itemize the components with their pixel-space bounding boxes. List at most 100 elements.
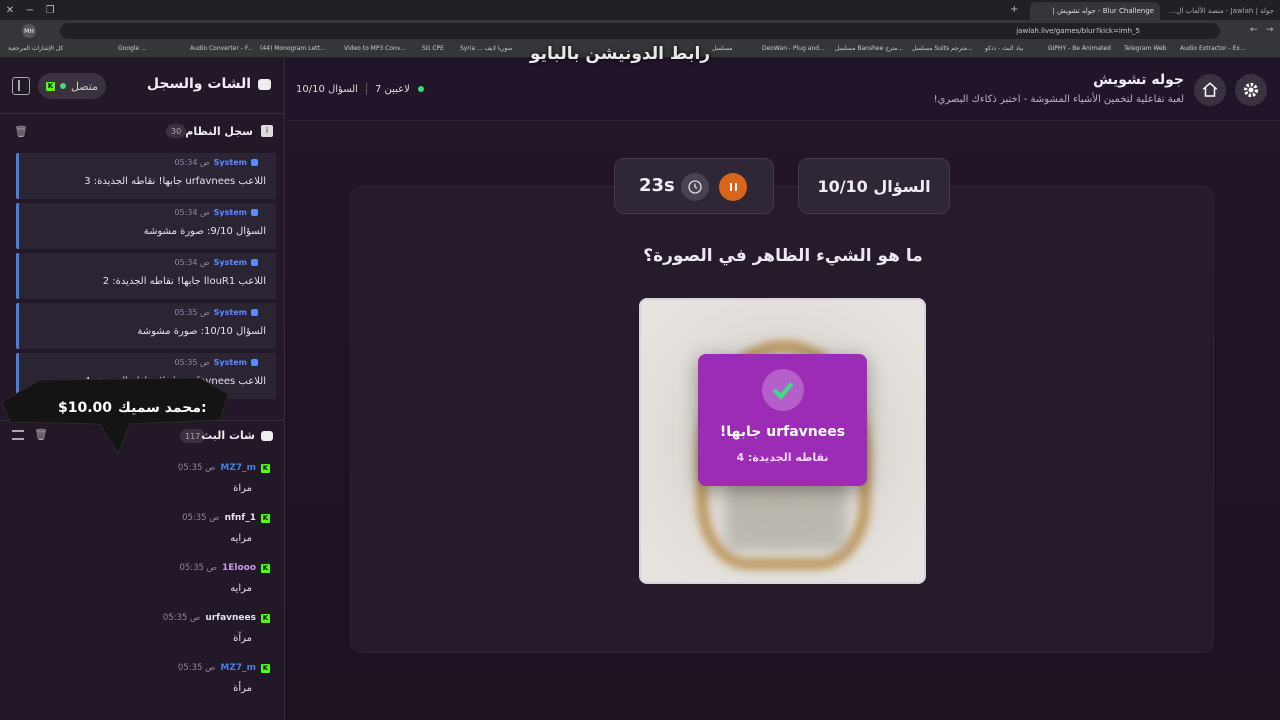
bookmark[interactable]: GIPHY - Be Animated [1048, 45, 1111, 52]
back-icon[interactable]: ← [1250, 25, 1258, 35]
bookmark-label: Google ... [118, 45, 147, 52]
browser-tab-active[interactable]: Blur Challenge - جوله تشويش | [1030, 2, 1160, 20]
online-dot-icon [417, 86, 424, 92]
chat-time: 05:35 ص [177, 463, 216, 473]
profile-avatar[interactable]: MH [22, 24, 36, 38]
bookmark[interactable]: مسلسل Suits مترجم... [912, 45, 973, 52]
log-entry: 05:34 ص System اللاعب urfavnees جابها! نق… [16, 153, 276, 199]
chat-text: مرايه [230, 583, 252, 594]
bookmark[interactable]: Google ... [118, 45, 147, 52]
bookmark[interactable]: (44) Monogram Lett... [260, 45, 326, 52]
question-counter-label: السؤال 10/10 [817, 176, 931, 196]
log-sender: System [213, 358, 247, 367]
settings-button[interactable] [1235, 74, 1267, 106]
log-message: السؤال 9/10: صورة مشوشة [143, 226, 266, 237]
header-question-progress: السؤال 10/10 [296, 83, 358, 95]
browser-tab[interactable]: جولة | Jawlah - منصة الألعاب ال... [1160, 2, 1280, 20]
game-main: السؤال 10/10 7 لاعبين جوله تشويش لعبة تف… [286, 58, 1280, 720]
chat-message: 05:35 ص nfnf_1 K مرايه [20, 513, 270, 557]
bookmark[interactable]: مسلسل [712, 45, 732, 52]
forward-icon[interactable]: → [1266, 25, 1274, 35]
chat-text: مرآة [233, 633, 252, 644]
popup-title: urfavnees جابها! [719, 424, 846, 440]
chat-username[interactable]: MZ7_m [220, 463, 256, 473]
bookmark[interactable]: مسلسل Banshee مترج... [835, 45, 903, 52]
close-window-icon[interactable]: ✕ [0, 0, 20, 20]
bookmark[interactable]: SG CPE [422, 45, 444, 52]
trash-icon[interactable]: 🗑 [14, 125, 28, 138]
chat-username[interactable]: nfnf_1 [225, 513, 256, 523]
system-log-count: 30 [166, 124, 187, 138]
chat-time: 05:35 ص [177, 663, 216, 673]
bookmark-label: Audio Converter - F... [190, 45, 254, 52]
kick-icon: K [261, 663, 270, 673]
bookmark-label: Telegram Web [1124, 45, 1167, 52]
bookmark[interactable]: DeoWan - Plug and... [762, 45, 825, 52]
chat-username[interactable]: 1Elooo [222, 563, 256, 573]
bookmark-label: Video to MP3 Conv... [344, 45, 406, 52]
bookmark[interactable]: Telegram Web [1124, 45, 1166, 52]
log-message: السؤال 10/10: صورة مشوشة [137, 326, 266, 337]
chat-bubble-icon [258, 79, 271, 90]
restore-window-icon[interactable]: ❐ [40, 0, 60, 20]
chat-username[interactable]: urfavnees [205, 613, 256, 623]
bookmark[interactable]: Video to MP3 Conv... [344, 45, 406, 52]
connection-status: K متصل [38, 73, 106, 99]
clock-icon [681, 173, 709, 201]
bookmark[interactable]: Audio Converter - F... [190, 45, 253, 52]
chat-time: 05:35 ص [179, 563, 217, 573]
timer-panel: 23s [614, 158, 774, 214]
url-text: jawlah.live/games/blur?kick=imh_5 [1016, 27, 1140, 35]
info-icon: i [261, 125, 273, 137]
gear-icon [1243, 82, 1259, 98]
shield-icon [251, 159, 258, 166]
timer-value: 23s [639, 175, 675, 196]
log-entry: 05:34 ص System اللاعب llouR1 جابها! نقاطه… [16, 253, 276, 299]
kick-icon: K [261, 613, 270, 623]
player-count: 7 لاعبين [374, 83, 410, 95]
bookmark-label: DeoWan - Plug and... [762, 45, 825, 52]
bookmark-label: GIPHY - Be Animated [1048, 45, 1111, 52]
chat-time: 05:35 ص [182, 513, 220, 523]
bookmark[interactable]: Audio Extractor - Ex... [1180, 45, 1246, 52]
chat-message: 05:35 ص 1Elooo K مرايه [20, 563, 270, 607]
bookmark-all[interactable]: كل الإشارات المرجعية [8, 45, 63, 52]
new-tab-icon[interactable]: + [1010, 4, 1018, 15]
home-button[interactable] [1194, 74, 1226, 106]
question-counter: السؤال 10/10 [798, 158, 950, 214]
shield-icon [251, 309, 258, 316]
bookmark-label: Audio Extractor - Ex... [1180, 45, 1246, 52]
question-text: ما هو الشيء الظاهر في الصورة؟ [643, 246, 923, 266]
game-header: السؤال 10/10 7 لاعبين جوله تشويش لعبة تف… [286, 58, 1280, 121]
popup-subtitle: نقاطه الجديدة: 4 [736, 451, 829, 464]
url-field[interactable]: jawlah.live/games/blur?kick=imh_5 [60, 23, 1220, 39]
minimize-window-icon[interactable]: − [20, 0, 40, 20]
tab-label: Blur Challenge - جوله تشويش | [1052, 7, 1154, 15]
pause-button[interactable] [719, 173, 747, 201]
chat-username[interactable]: MZ7_m [220, 663, 256, 673]
kick-icon: K [261, 563, 270, 573]
home-icon [1202, 82, 1218, 97]
log-entry: 05:34 ص System السؤال 9/10: صورة مشوشة [16, 203, 276, 249]
collapse-sidebar-icon[interactable] [12, 77, 30, 95]
donation-text: $10.00 محمد سميك: [58, 400, 207, 416]
log-entry: 05:35 ص System السؤال 10/10: صورة مشوشة [16, 303, 276, 349]
sidebar-header: K متصل الشات والسجل [0, 58, 285, 114]
online-dot-icon [59, 83, 66, 89]
donation-amount: $10.00 [58, 400, 113, 416]
profile-initials: MH [24, 27, 34, 35]
chat-text: مرأة [233, 683, 252, 694]
address-bar: MH jawlah.live/games/blur?kick=imh_5 ← → [0, 20, 1280, 42]
game-status: السؤال 10/10 7 لاعبين [296, 83, 424, 95]
tab-label: جولة | Jawlah - منصة الألعاب ال... [1169, 7, 1274, 15]
kick-icon: K [261, 463, 270, 473]
bookmark[interactable]: Syria ... سوريا لايف [460, 45, 512, 52]
log-sender: System [213, 308, 247, 317]
chat-message: 05:35 ص MZ7_m K مراة [20, 463, 270, 507]
bookmark[interactable]: بياد البث - دذكو [985, 45, 1023, 52]
log-sender: System [213, 258, 247, 267]
bookmark-label: مسلسل Suits مترجم... [912, 45, 973, 52]
chat-message: 05:35 ص urfavnees K مرآة [20, 613, 270, 657]
system-log-title: سجل النظام [185, 125, 253, 138]
bookmark-label: كل الإشارات المرجعية [8, 45, 64, 52]
